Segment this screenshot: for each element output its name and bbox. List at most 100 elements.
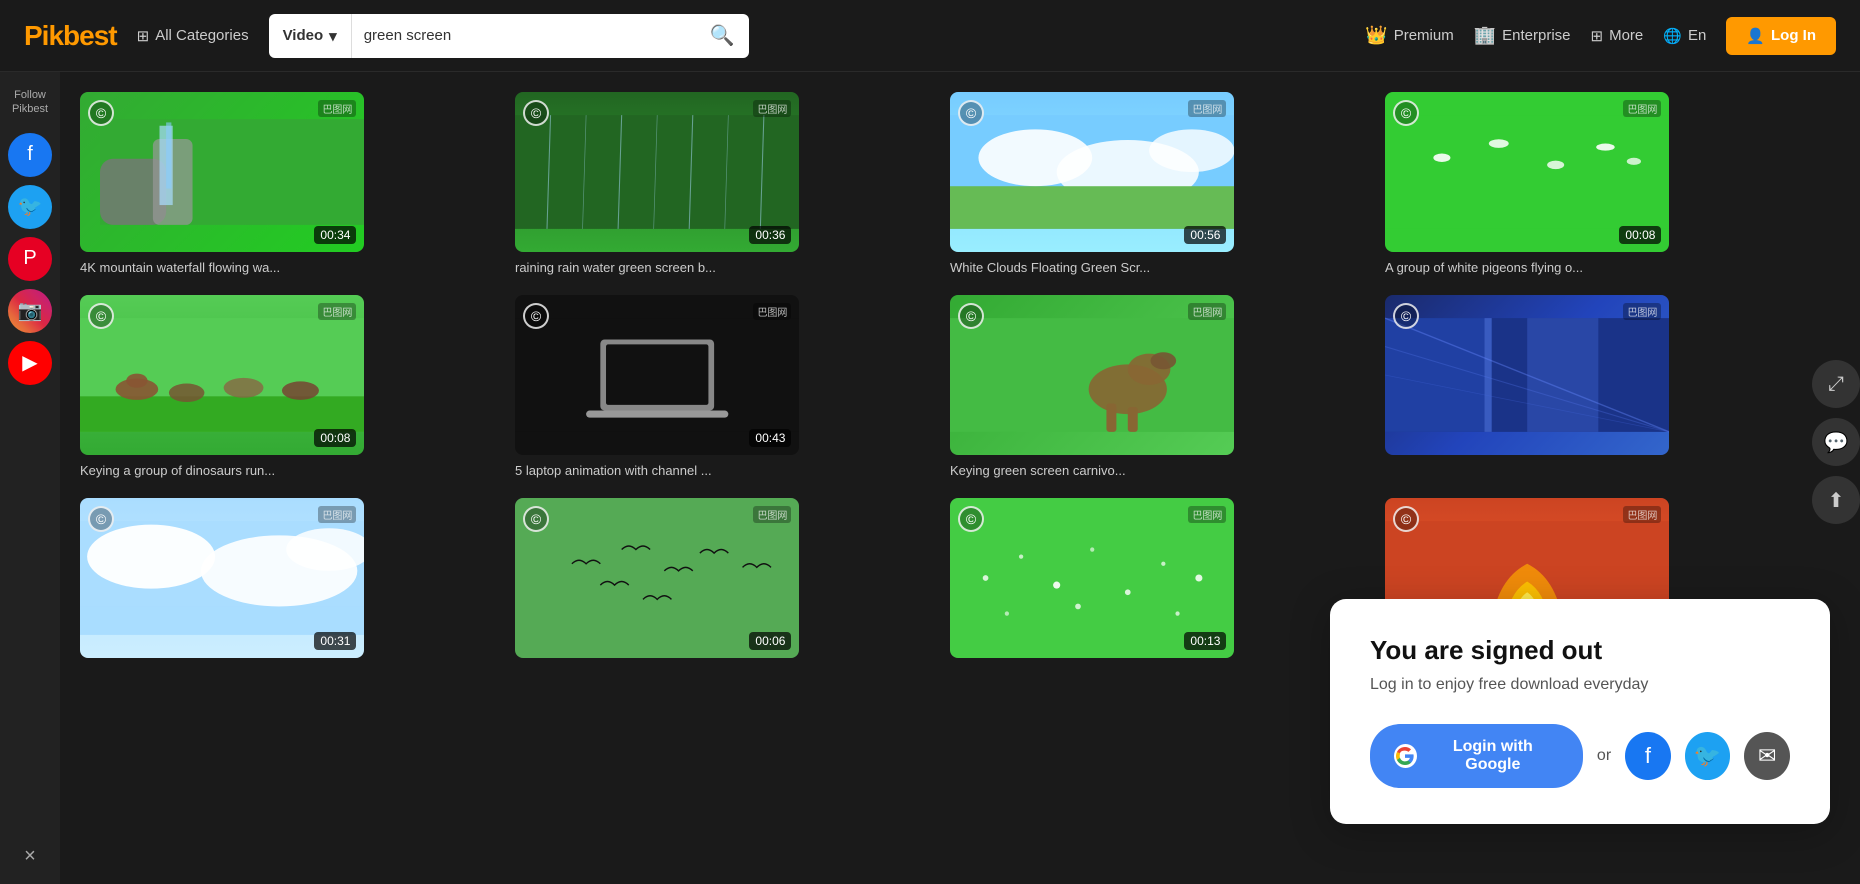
rocket-icon: 🏢	[1474, 25, 1496, 46]
main-content: © 巴图网 00:34 4K mountain waterfall flowin…	[60, 72, 1860, 678]
copyright-icon-12: ©	[1393, 506, 1419, 532]
watermark-12: 巴图网	[1623, 506, 1661, 523]
search-bar: Video ▾ 🔍	[269, 14, 749, 58]
duration-2: 00:36	[749, 226, 791, 244]
enterprise-nav-item[interactable]: 🏢 Enterprise	[1474, 25, 1571, 46]
sidebar-item-youtube[interactable]: ▶	[8, 341, 52, 385]
login-label: Log In	[1771, 27, 1816, 44]
video-card-9[interactable]: © 巴图网 00:31	[80, 498, 495, 658]
sidebar-item-twitter[interactable]: 🐦	[8, 185, 52, 229]
search-input[interactable]	[352, 14, 696, 58]
sidebar-item-pinterest[interactable]: P	[8, 237, 52, 281]
duration-6: 00:43	[749, 429, 791, 447]
duration-1: 00:34	[314, 226, 356, 244]
video-title-6: 5 laptop animation with channel ...	[515, 463, 930, 478]
email-login-icon: ✉	[1758, 743, 1776, 769]
video-card-7[interactable]: © 巴图网 Keying green screen carnivo...	[950, 295, 1365, 478]
more-grid-icon: ⊞	[1591, 27, 1604, 45]
search-button[interactable]: 🔍	[696, 14, 749, 58]
share-button[interactable]: ⤢	[1812, 360, 1860, 408]
sidebar-item-facebook[interactable]: f	[8, 133, 52, 177]
duration-4: 00:08	[1619, 226, 1661, 244]
copyright-icon-3: ©	[958, 100, 984, 126]
video-title-4: A group of white pigeons flying o...	[1385, 260, 1800, 275]
sidebar-follow-text: FollowPikbest	[12, 88, 48, 117]
copyright-icon-2: ©	[523, 100, 549, 126]
video-title-7: Keying green screen carnivo...	[950, 463, 1365, 478]
more-nav-item[interactable]: ⊞ More	[1591, 27, 1644, 45]
watermark-1: 巴图网	[318, 100, 356, 117]
popup-title: You are signed out	[1370, 635, 1790, 666]
email-login-button[interactable]: ✉	[1744, 732, 1790, 780]
all-categories-button[interactable]: ⊞ All Categories	[137, 27, 249, 45]
copyright-icon-5: ©	[88, 303, 114, 329]
crown-icon: 👑	[1365, 25, 1387, 46]
popup-actions: Login with Google or f 🐦 ✉	[1370, 724, 1790, 788]
google-login-button[interactable]: Login with Google	[1370, 724, 1583, 788]
sidebar-item-instagram[interactable]: 📷	[8, 289, 52, 333]
video-title-5: Keying a group of dinosaurs run...	[80, 463, 495, 478]
chevron-down-icon: ▾	[329, 27, 337, 45]
language-nav-item[interactable]: 🌐 En	[1663, 27, 1706, 45]
enterprise-label: Enterprise	[1502, 27, 1570, 44]
header-right: 👑 Premium 🏢 Enterprise ⊞ More 🌐 En 👤 Log…	[1365, 17, 1836, 55]
copyright-icon-10: ©	[523, 506, 549, 532]
video-title-1: 4K mountain waterfall flowing wa...	[80, 260, 495, 275]
signin-popup: You are signed out Log in to enjoy free …	[1330, 599, 1830, 824]
comment-button[interactable]: 💬	[1812, 418, 1860, 466]
duration-5: 00:08	[314, 429, 356, 447]
popup-subtitle: Log in to enjoy free download everyday	[1370, 676, 1790, 694]
left-sidebar: FollowPikbest f 🐦 P 📷 ▶ ×	[0, 72, 60, 884]
duration-9: 00:31	[314, 632, 356, 650]
right-sidebar: ⤢ 💬 ⬆	[1812, 360, 1860, 524]
logo[interactable]: Pikbest	[24, 20, 117, 52]
video-card-8[interactable]: © 巴图网	[1385, 295, 1800, 478]
duration-3: 00:56	[1184, 226, 1226, 244]
facebook-login-button[interactable]: f	[1625, 732, 1671, 780]
google-icon	[1394, 744, 1417, 768]
premium-label: Premium	[1394, 27, 1454, 44]
google-login-label: Login with Google	[1427, 738, 1559, 774]
watermark-11: 巴图网	[1188, 506, 1226, 523]
copyright-icon-4: ©	[1393, 100, 1419, 126]
login-button[interactable]: 👤 Log In	[1726, 17, 1836, 55]
language-label: En	[1688, 27, 1706, 44]
twitter-login-icon: 🐦	[1694, 743, 1721, 769]
all-categories-label: All Categories	[155, 27, 248, 44]
video-card-10[interactable]: © 巴图网 00:06	[515, 498, 930, 658]
duration-10: 00:06	[749, 632, 791, 650]
video-card-4[interactable]: © 巴图网 00:08 A group of white pigeons fly…	[1385, 92, 1800, 275]
facebook-login-icon: f	[1645, 743, 1651, 769]
copyright-icon-11: ©	[958, 506, 984, 532]
video-title-3: White Clouds Floating Green Scr...	[950, 260, 1365, 275]
watermark-7: 巴图网	[1188, 303, 1226, 320]
video-card-6[interactable]: © 巴图网 00:43 5 laptop animation with chan…	[515, 295, 930, 478]
globe-icon: 🌐	[1663, 27, 1682, 45]
user-icon: 👤	[1746, 27, 1765, 45]
search-type-selector[interactable]: Video ▾	[269, 14, 352, 58]
header: Pikbest ⊞ All Categories Video ▾ 🔍 👑 Pre…	[0, 0, 1860, 72]
video-card-1[interactable]: © 巴图网 00:34 4K mountain waterfall flowin…	[80, 92, 495, 275]
sidebar-close-button[interactable]: ×	[24, 845, 36, 868]
watermark-2: 巴图网	[753, 100, 791, 117]
video-card-2[interactable]: © 巴图网 00:36 raining rain water green scr…	[515, 92, 930, 275]
watermark-9: 巴图网	[318, 506, 356, 523]
copyright-icon-7: ©	[958, 303, 984, 329]
twitter-login-button[interactable]: 🐦	[1685, 732, 1731, 780]
premium-nav-item[interactable]: 👑 Premium	[1365, 25, 1453, 46]
watermark-4: 巴图网	[1623, 100, 1661, 117]
copyright-icon-1: ©	[88, 100, 114, 126]
video-card-3[interactable]: © 巴图网 00:56 White Clouds Floating Green …	[950, 92, 1365, 275]
watermark-8: 巴图网	[1623, 303, 1661, 320]
duration-11: 00:13	[1184, 632, 1226, 650]
more-label: More	[1609, 27, 1643, 44]
video-card-11[interactable]: © 巴图网 00:13	[950, 498, 1365, 658]
watermark-6: 巴图网	[753, 303, 791, 320]
video-grid: © 巴图网 00:34 4K mountain waterfall flowin…	[80, 92, 1800, 658]
or-text: or	[1597, 747, 1611, 765]
upload-button[interactable]: ⬆	[1812, 476, 1860, 524]
copyright-icon-9: ©	[88, 506, 114, 532]
watermark-5: 巴图网	[318, 303, 356, 320]
video-card-5[interactable]: © 巴图网 00:08 Keying a group of dinosaurs …	[80, 295, 495, 478]
watermark-10: 巴图网	[753, 506, 791, 523]
